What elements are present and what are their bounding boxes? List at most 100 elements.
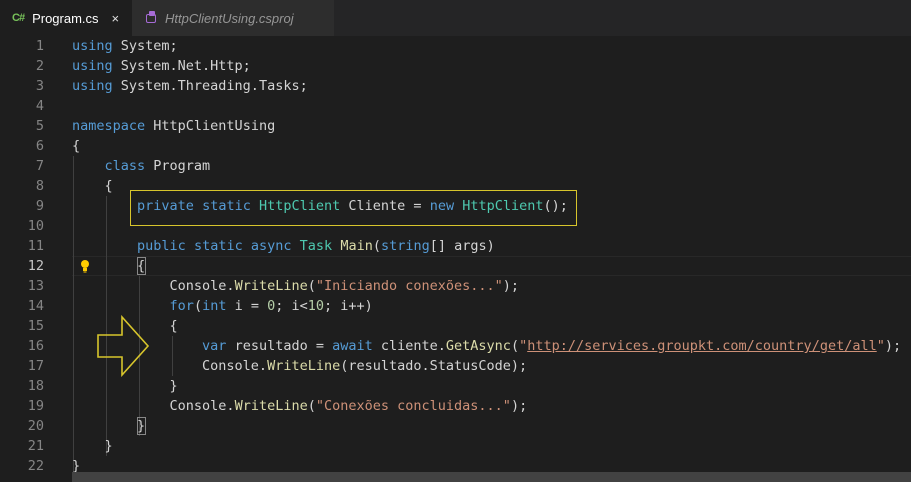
tab-program-cs[interactable]: C# Program.cs × [0, 0, 132, 36]
line-number: 15 [27, 318, 44, 334]
line-number: 2 [35, 58, 44, 74]
code-token: Console. [72, 278, 235, 294]
code-token: HttpClientUsing [145, 118, 276, 134]
code-token: static [193, 238, 243, 254]
line-number: 22 [27, 458, 44, 474]
code-token: System; [112, 38, 178, 54]
code-token: async [250, 238, 292, 254]
code-token: } [72, 378, 178, 394]
csharp-file-icon: C# [12, 12, 25, 24]
code-line[interactable]: 14 for(int i = 0; i<10; i++) [0, 296, 911, 316]
code-line[interactable]: 1 using System; [0, 36, 911, 56]
code-token: namespace [72, 118, 146, 134]
code-line[interactable]: 6{ [0, 136, 911, 156]
code-line[interactable]: 5 namespace HttpClientUsing [0, 116, 911, 136]
code-token: "Iniciando conexões..." [315, 278, 503, 294]
code-token: { [72, 178, 113, 194]
code-line[interactable]: 7 class Program [0, 156, 911, 176]
code-token: System.Net.Http; [112, 58, 251, 74]
code-token: ; i++) [324, 298, 373, 314]
line-number: 16 [27, 338, 44, 354]
code-token: i = [226, 298, 268, 314]
code-token: class [104, 158, 146, 174]
code-token: WriteLine [267, 358, 341, 374]
code-line[interactable]: 4 [0, 96, 911, 116]
line-number: 9 [35, 198, 44, 214]
line-number: 3 [35, 78, 44, 94]
code-line[interactable]: 21 } [0, 436, 911, 456]
code-text: } [72, 436, 113, 456]
code-token: ( [510, 338, 520, 354]
highlight-box [130, 190, 577, 226]
code-line[interactable]: 18 } [0, 376, 911, 396]
code-token: (resultado.StatusCode); [340, 358, 528, 374]
line-number: 11 [27, 238, 44, 254]
code-token: ( [307, 398, 316, 414]
code-text: Console.WriteLine("Conexões concluidas..… [72, 396, 528, 416]
code-token: for [169, 298, 194, 314]
code-text: using System.Net.Http; [72, 56, 251, 76]
code-text: using System.Threading.Tasks; [72, 76, 308, 96]
code-token: [] args) [429, 238, 495, 254]
line-number: 5 [35, 118, 44, 134]
code-token: System.Threading.Tasks; [112, 78, 308, 94]
code-token: ; i< [275, 298, 308, 314]
code-token: ); [502, 278, 520, 294]
code-line[interactable]: 13 Console.WriteLine("Iniciando conexões… [0, 276, 911, 296]
code-line[interactable]: 19 Console.WriteLine("Conexões concluida… [0, 396, 911, 416]
code-token: Program [145, 158, 211, 174]
code-token: " [876, 338, 885, 354]
bracket-match-open [137, 257, 146, 275]
bracket-match-close [137, 417, 146, 435]
line-number: 12 [27, 258, 44, 274]
line-number: 18 [27, 378, 44, 394]
code-token: GetAsync [445, 338, 511, 354]
line-number: 4 [35, 98, 44, 114]
close-icon[interactable]: × [112, 11, 120, 26]
code-line[interactable]: 11 public static async Task Main(string[… [0, 236, 911, 256]
code-token: http://services.groupkt.com/country/get/… [527, 338, 877, 354]
line-number: 10 [27, 218, 44, 234]
lightbulb-icon[interactable] [79, 259, 91, 273]
code-token: } [72, 438, 113, 454]
code-token: } [72, 418, 146, 434]
code-token: Main [340, 238, 373, 254]
arrow-annotation-icon [97, 315, 150, 377]
project-file-icon [144, 11, 158, 25]
code-token: WriteLine [234, 278, 308, 294]
code-line[interactable]: 2 using System.Net.Http; [0, 56, 911, 76]
tab-label: HttpClientUsing.csproj [165, 10, 294, 26]
line-number: 7 [35, 158, 44, 174]
horizontal-scrollbar[interactable] [72, 472, 911, 482]
code-token: resultado = [226, 338, 333, 354]
tab-csproj[interactable]: HttpClientUsing.csproj [132, 0, 334, 36]
line-number: 6 [35, 138, 44, 154]
code-line[interactable]: 3 using System.Threading.Tasks; [0, 76, 911, 96]
code-text: using System; [72, 36, 178, 56]
code-token: { [72, 138, 81, 154]
code-editor[interactable]: 1 using System; 2 using System.Net.Http; 3 us… [0, 36, 911, 482]
code-token: await [332, 338, 373, 354]
code-token: 10 [307, 298, 325, 314]
code-token: ( [372, 238, 381, 254]
code-token: int [202, 298, 227, 314]
line-number: 13 [27, 278, 44, 294]
code-token: Console. [72, 398, 235, 414]
code-text: Console.WriteLine("Iniciando conexões...… [72, 276, 520, 296]
tab-label: Program.cs [32, 10, 99, 26]
code-token: " [519, 338, 528, 354]
code-token: cliente. [372, 338, 446, 354]
code-text: } [72, 376, 178, 396]
line-number: 20 [27, 418, 44, 434]
code-text: namespace HttpClientUsing [72, 116, 275, 136]
code-text: var resultado = await cliente.GetAsync("… [72, 336, 901, 356]
code-token: ); [884, 338, 902, 354]
code-text: { [72, 176, 113, 196]
code-token: using [72, 58, 113, 74]
line-number: 17 [27, 358, 44, 374]
code-token: ( [193, 298, 203, 314]
